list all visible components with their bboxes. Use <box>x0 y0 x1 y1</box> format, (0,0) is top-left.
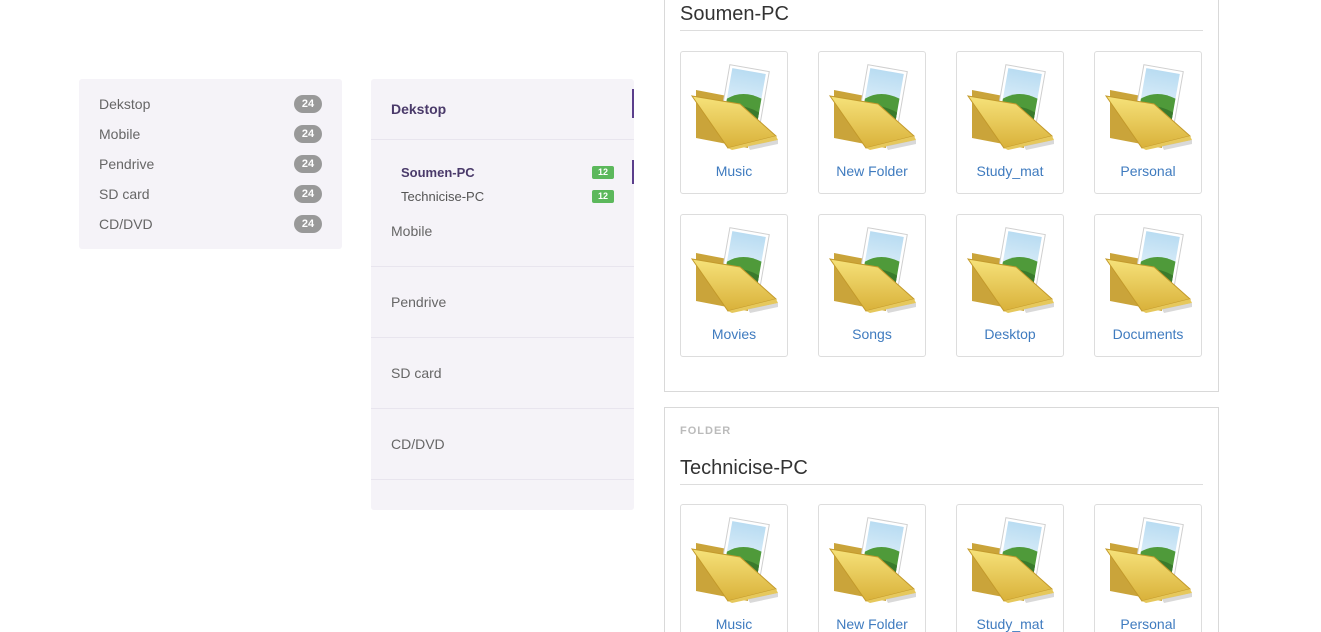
tree-item-label: Dekstop <box>391 101 447 117</box>
folder-name: Movies <box>711 326 757 342</box>
folder-name: Music <box>715 616 753 632</box>
folder-icon <box>828 517 916 603</box>
folder-name: Study_mat <box>976 616 1044 632</box>
active-indicator <box>632 89 634 118</box>
device-item-pendrive[interactable]: Pendrive 24 <box>79 149 342 179</box>
count-badge: 12 <box>592 189 614 203</box>
folder-panel-soumen-pc: Soumen-PC Music New Folder Study_mat Person… <box>664 0 1219 392</box>
folder-icon <box>690 227 778 313</box>
folder-name: Personal <box>1120 163 1176 179</box>
folder-tile[interactable]: New Folder <box>818 504 926 632</box>
folder-icon <box>1104 517 1192 603</box>
panel-tag: FOLDER <box>680 425 732 437</box>
tree-item-mobile[interactable]: Mobile <box>391 223 432 239</box>
folder-name: Desktop <box>984 326 1036 342</box>
folder-icon <box>966 64 1054 150</box>
desktop-submenu: Soumen-PC 12 Technicise-PC 12 Mobile <box>371 140 634 267</box>
device-tree: Dekstop Soumen-PC 12 Technicise-PC 12 Mo… <box>371 79 634 510</box>
tree-item-desktop[interactable]: Dekstop <box>371 79 634 140</box>
sub-item-technicise-pc[interactable]: Technicise-PC 12 <box>401 185 614 207</box>
device-label: Dekstop <box>99 96 151 112</box>
folder-name: New Folder <box>836 163 908 179</box>
tree-item-cddvd[interactable]: CD/DVD <box>371 409 634 480</box>
panel-title: Soumen-PC <box>680 3 1203 31</box>
folder-icon <box>828 227 916 313</box>
folder-name: Personal <box>1120 616 1176 632</box>
device-item-sdcard[interactable]: SD card 24 <box>79 179 342 209</box>
count-badge: 24 <box>294 215 322 233</box>
folder-name: Documents <box>1112 326 1184 342</box>
folder-tile[interactable]: Personal <box>1094 51 1202 194</box>
count-badge: 12 <box>592 165 614 179</box>
folder-tile[interactable]: Study_mat <box>956 504 1064 632</box>
sub-item-label: Soumen-PC <box>401 164 475 180</box>
device-label: CD/DVD <box>99 216 153 232</box>
folder-tile[interactable]: Documents <box>1094 214 1202 357</box>
count-badge: 24 <box>294 95 322 113</box>
count-badge: 24 <box>294 155 322 173</box>
folder-icon <box>1104 64 1192 150</box>
panel-title: Technicise-PC <box>680 457 1203 485</box>
tree-item-pendrive[interactable]: Pendrive <box>371 267 634 338</box>
active-indicator <box>632 160 634 184</box>
device-item-cddvd[interactable]: CD/DVD 24 <box>79 209 342 239</box>
tree-item-label: SD card <box>391 365 442 381</box>
device-list: Dekstop 24 Mobile 24 Pendrive 24 SD card… <box>79 79 342 249</box>
folder-icon <box>1104 227 1192 313</box>
folder-tile[interactable]: Music <box>680 51 788 194</box>
folder-tile[interactable]: Desktop <box>956 214 1064 357</box>
folder-tile[interactable]: Personal <box>1094 504 1202 632</box>
folder-name: Study_mat <box>976 163 1044 179</box>
tree-item-label: CD/DVD <box>391 436 445 452</box>
folder-name: New Folder <box>836 616 908 632</box>
sub-item-label: Technicise-PC <box>401 188 485 204</box>
folder-icon <box>690 64 778 150</box>
count-badge: 24 <box>294 185 322 203</box>
folder-icon <box>828 64 916 150</box>
device-label: Mobile <box>99 126 141 142</box>
folder-icon <box>966 227 1054 313</box>
folder-tile[interactable]: Songs <box>818 214 926 357</box>
device-item-mobile[interactable]: Mobile 24 <box>79 119 342 149</box>
folder-icon <box>966 517 1054 603</box>
folder-name: Music <box>715 163 753 179</box>
tree-item-sdcard[interactable]: SD card <box>371 338 634 409</box>
sub-item-soumen-pc[interactable]: Soumen-PC 12 <box>401 161 614 183</box>
folder-icon <box>690 517 778 603</box>
device-label: Pendrive <box>99 156 155 172</box>
folder-panel-technicise-pc: FOLDER Technicise-PC Music New Folder Stud… <box>664 407 1219 632</box>
folder-name: Songs <box>852 326 892 342</box>
device-item-desktop[interactable]: Dekstop 24 <box>79 89 342 119</box>
folder-tile[interactable]: Study_mat <box>956 51 1064 194</box>
folder-tile[interactable]: Music <box>680 504 788 632</box>
folder-tile[interactable]: Movies <box>680 214 788 357</box>
device-label: SD card <box>99 186 150 202</box>
folder-tile[interactable]: New Folder <box>818 51 926 194</box>
tree-item-label: Pendrive <box>391 294 447 310</box>
count-badge: 24 <box>294 125 322 143</box>
